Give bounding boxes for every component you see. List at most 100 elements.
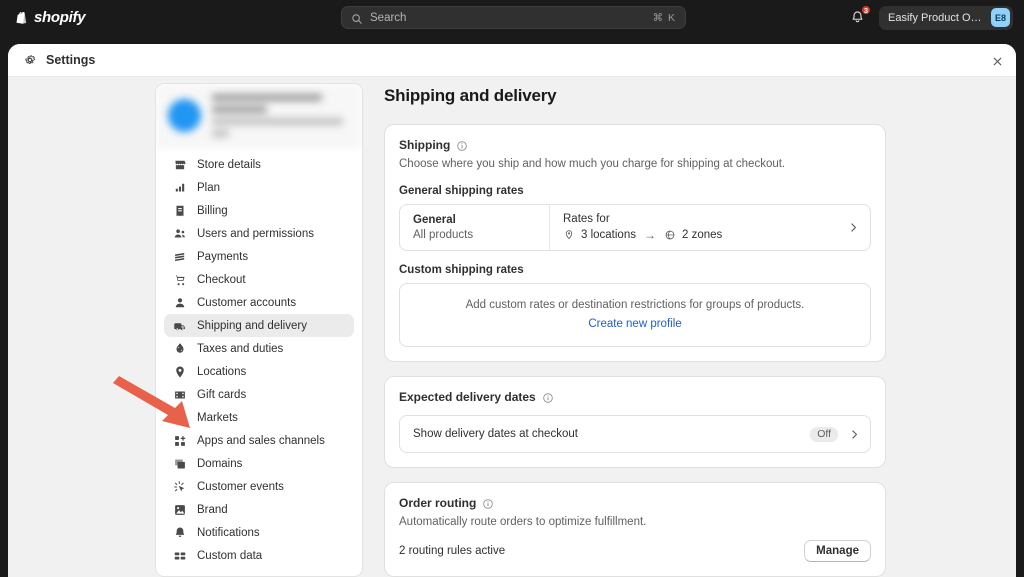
- zones-count: 2 zones: [682, 227, 722, 243]
- notifications-button[interactable]: 3: [845, 6, 869, 30]
- cart-icon: [172, 272, 187, 287]
- sidebar-item-billing[interactable]: Billing: [164, 199, 354, 222]
- sidebar-item-customer-accounts[interactable]: Customer accounts: [164, 291, 354, 314]
- order-routing-footer: 2 routing rules active Manage: [399, 540, 871, 562]
- settings-nav-list: Store details Plan Billing: [156, 147, 362, 567]
- users-icon: [172, 226, 187, 241]
- sidebar-item-label: Checkout: [197, 274, 246, 286]
- sidebar-item-apps-and-sales-channels[interactable]: Apps and sales channels: [164, 429, 354, 452]
- custom-rates-empty-state: Add custom rates or destination restrict…: [399, 283, 871, 347]
- expected-delivery-dates-card: Expected delivery dates Show delivery da…: [384, 376, 886, 468]
- global-search[interactable]: Search ⌘ K: [341, 6, 686, 29]
- global-topbar: shopify Search ⌘ K 3 Easify Product Opti…: [0, 0, 1024, 35]
- sidebar-item-notifications[interactable]: Notifications: [164, 521, 354, 544]
- receipt-icon: [172, 203, 187, 218]
- store-profile-card[interactable]: [156, 84, 362, 147]
- sidebar-item-locations[interactable]: Locations: [164, 360, 354, 383]
- sidebar-item-label: Apps and sales channels: [197, 435, 325, 447]
- settings-content-pane: Shipping and delivery Shipping Choose wh…: [375, 83, 895, 577]
- sidebar-item-domains[interactable]: Domains: [164, 452, 354, 475]
- profile-name: General: [413, 213, 537, 228]
- sidebar-item-checkout[interactable]: Checkout: [164, 268, 354, 291]
- apps-icon: [172, 433, 187, 448]
- sidebar-item-label: Customer accounts: [197, 297, 296, 309]
- sidebar-item-users-and-permissions[interactable]: Users and permissions: [164, 222, 354, 245]
- close-icon[interactable]: [987, 51, 1007, 71]
- custom-shipping-rates-label: Custom shipping rates: [399, 264, 871, 276]
- create-new-profile-link[interactable]: Create new profile: [588, 318, 681, 330]
- sidebar-item-label: Taxes and duties: [197, 343, 283, 355]
- store-profile-text: [212, 94, 350, 137]
- sidebar-item-label: Plan: [197, 182, 220, 194]
- sidebar-item-label: Users and permissions: [197, 228, 314, 240]
- shopify-logo[interactable]: shopify: [14, 9, 85, 26]
- topbar-right-cluster: 3 Easify Product Option... E8: [845, 0, 1013, 35]
- arrow-separator-icon: →: [644, 227, 656, 243]
- database-icon: [172, 548, 187, 563]
- routing-rules-status: 2 routing rules active: [399, 545, 804, 557]
- sidebar-item-shipping-and-delivery[interactable]: Shipping and delivery: [164, 314, 354, 337]
- chevron-right-icon: [847, 427, 861, 441]
- profile-summary: General All products: [400, 205, 550, 250]
- bell-icon: [172, 525, 187, 540]
- avatar: E8: [991, 8, 1010, 27]
- globe-icon: [172, 410, 187, 425]
- customer-events-icon: [172, 479, 187, 494]
- manage-button[interactable]: Manage: [804, 540, 871, 562]
- sidebar-item-label: Markets: [197, 412, 238, 424]
- search-placeholder: Search: [370, 12, 653, 24]
- order-routing-card: Order routing Automatically route orders…: [384, 482, 886, 577]
- settings-modal-header: Settings: [8, 44, 1016, 77]
- location-pin-icon: [172, 364, 187, 379]
- shipping-card-header: Shipping: [399, 138, 871, 152]
- rates-summary: Rates for 3 locations → 2 zones: [550, 205, 846, 250]
- locations-count: 3 locations: [581, 227, 636, 243]
- order-routing-header: Order routing: [399, 496, 871, 510]
- shopify-wordmark: shopify: [34, 9, 85, 26]
- sidebar-item-store-details[interactable]: Store details: [164, 153, 354, 176]
- location-pin-icon: [563, 229, 575, 241]
- info-icon[interactable]: [456, 139, 468, 151]
- info-icon[interactable]: [482, 497, 494, 509]
- notification-count-badge: 3: [861, 5, 871, 15]
- settings-modal: Settings: [8, 44, 1016, 577]
- gear-icon: [23, 53, 37, 67]
- info-icon[interactable]: [542, 391, 554, 403]
- sidebar-item-gift-cards[interactable]: Gift cards: [164, 383, 354, 406]
- general-shipping-rates-label: General shipping rates: [399, 185, 871, 197]
- sidebar-item-customer-events[interactable]: Customer events: [164, 475, 354, 498]
- rates-detail: 3 locations → 2 zones: [563, 227, 846, 243]
- search-shortcut-hint: ⌘ K: [653, 12, 676, 24]
- sidebar-item-label: Billing: [197, 205, 228, 217]
- sidebar-item-payments[interactable]: Payments: [164, 245, 354, 268]
- sidebar-item-label: Brand: [197, 504, 228, 516]
- shipping-card-title: Shipping: [399, 138, 450, 152]
- rates-for-label: Rates for: [563, 212, 846, 227]
- settings-modal-body: Store details Plan Billing: [8, 77, 1016, 577]
- sidebar-item-label: Custom data: [197, 550, 262, 562]
- globe-icon: [664, 229, 676, 241]
- sidebar-item-brand[interactable]: Brand: [164, 498, 354, 521]
- sidebar-item-markets[interactable]: Markets: [164, 406, 354, 429]
- search-icon: [351, 12, 363, 24]
- account-menu-button[interactable]: Easify Product Option... E8: [879, 6, 1013, 30]
- general-shipping-profile-row[interactable]: General All products Rates for 3 locatio…: [399, 204, 871, 251]
- settings-sidebar: Store details Plan Billing: [155, 83, 363, 577]
- shipping-card-description: Choose where you ship and how much you c…: [399, 157, 871, 172]
- page-heading: Shipping and delivery: [384, 86, 895, 106]
- show-delivery-dates-row[interactable]: Show delivery dates at checkout Off: [399, 415, 871, 453]
- account-name-label: Easify Product Option...: [888, 12, 984, 24]
- tax-icon: [172, 341, 187, 356]
- sidebar-item-taxes-and-duties[interactable]: Taxes and duties: [164, 337, 354, 360]
- sidebar-item-plan[interactable]: Plan: [164, 176, 354, 199]
- brand-icon: [172, 502, 187, 517]
- chart-bar-icon: [172, 180, 187, 195]
- person-icon: [172, 295, 187, 310]
- sidebar-item-label: Gift cards: [197, 389, 246, 401]
- sidebar-item-custom-data[interactable]: Custom data: [164, 544, 354, 567]
- sidebar-item-label: Store details: [197, 159, 261, 171]
- delivery-dates-title: Expected delivery dates: [399, 390, 536, 404]
- page-title: Settings: [46, 53, 95, 67]
- search-input[interactable]: Search ⌘ K: [341, 6, 686, 29]
- sidebar-item-label: Shipping and delivery: [197, 320, 307, 332]
